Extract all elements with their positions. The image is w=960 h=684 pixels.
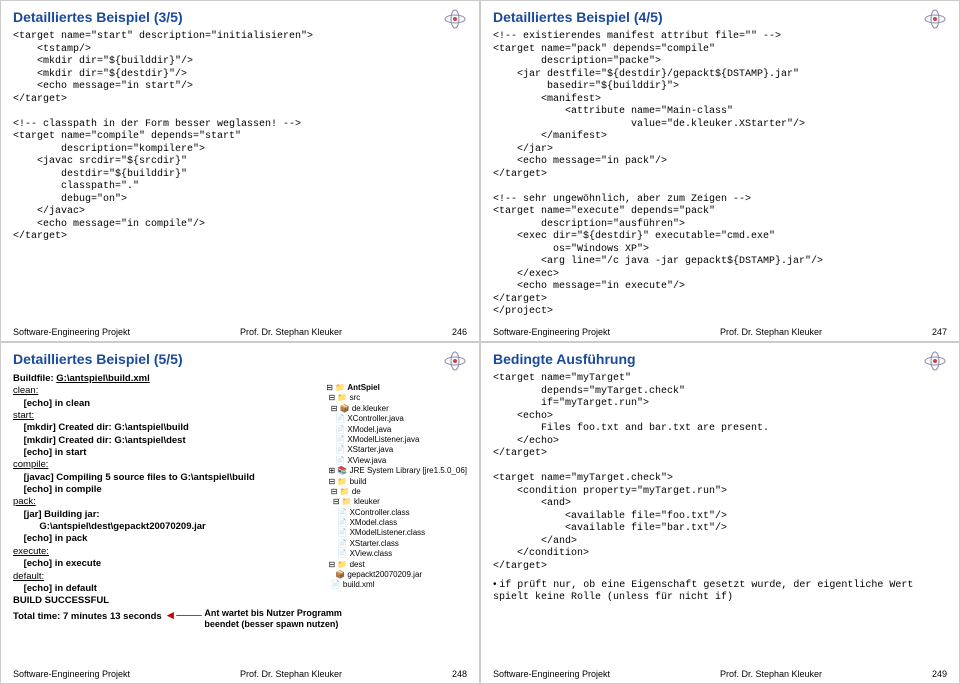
log-target: compile: bbox=[13, 459, 48, 470]
bullet-note: • if prüft nur, ob eine Eigenschaft gese… bbox=[493, 579, 947, 603]
slide-footer: Software-Engineering Projekt Prof. Dr. S… bbox=[493, 327, 947, 337]
log-target: default: bbox=[13, 571, 44, 582]
code-block: <target name="myTarget" depends="myTarge… bbox=[493, 373, 947, 573]
code-block: <target name="start" description="initia… bbox=[13, 31, 467, 244]
log-target: pack: bbox=[13, 496, 36, 507]
log-target: execute: bbox=[13, 546, 49, 557]
footer-center: Prof. Dr. Stephan Kleuker bbox=[720, 669, 822, 679]
footer-center: Prof. Dr. Stephan Kleuker bbox=[240, 327, 342, 337]
gyroscope-icon bbox=[443, 9, 467, 29]
page-number: 248 bbox=[452, 669, 467, 679]
slide-title: Detailliertes Beispiel (5/5) bbox=[13, 351, 183, 367]
slide-3: Detailliertes Beispiel (5/5) Buildfile: … bbox=[0, 342, 480, 684]
footer-center: Prof. Dr. Stephan Kleuker bbox=[720, 327, 822, 337]
annotation-text: Ant wartet bis Nutzer Programm beendet (… bbox=[204, 608, 344, 631]
slide-title: Bedingte Ausführung bbox=[493, 351, 636, 367]
gyroscope-icon bbox=[923, 351, 947, 371]
slide-footer: Software-Engineering Projekt Prof. Dr. S… bbox=[493, 669, 947, 679]
gyroscope-icon bbox=[443, 351, 467, 371]
project-tree: ⊟ 📁 AntSpiel ⊟ 📁 src ⊟ 📦 de.kleuker 📄 XC… bbox=[326, 383, 467, 591]
slide-title: Detailliertes Beispiel (4/5) bbox=[493, 9, 663, 25]
page-number: 247 bbox=[932, 327, 947, 337]
log-target: clean: bbox=[13, 385, 38, 396]
page-number: 246 bbox=[452, 327, 467, 337]
arrow-icon: ◄─── bbox=[164, 608, 201, 622]
log-target: start: bbox=[13, 410, 34, 421]
slide-title: Detailliertes Beispiel (3/5) bbox=[13, 9, 183, 25]
slide-footer: Software-Engineering Projekt Prof. Dr. S… bbox=[13, 327, 467, 337]
footer-left: Software-Engineering Projekt bbox=[13, 669, 130, 679]
slide-1: Detailliertes Beispiel (3/5) <target nam… bbox=[0, 0, 480, 342]
code-block: <!-- existierendes manifest attribut fil… bbox=[493, 31, 947, 319]
gyroscope-icon bbox=[923, 9, 947, 29]
footer-center: Prof. Dr. Stephan Kleuker bbox=[240, 669, 342, 679]
footer-left: Software-Engineering Projekt bbox=[13, 327, 130, 337]
footer-left: Software-Engineering Projekt bbox=[493, 327, 610, 337]
page-number: 249 bbox=[932, 669, 947, 679]
slide-footer: Software-Engineering Projekt Prof. Dr. S… bbox=[13, 669, 467, 679]
slide-4: Bedingte Ausführung <target name="myTarg… bbox=[480, 342, 960, 684]
footer-left: Software-Engineering Projekt bbox=[493, 669, 610, 679]
slide-2: Detailliertes Beispiel (4/5) <!-- existi… bbox=[480, 0, 960, 342]
